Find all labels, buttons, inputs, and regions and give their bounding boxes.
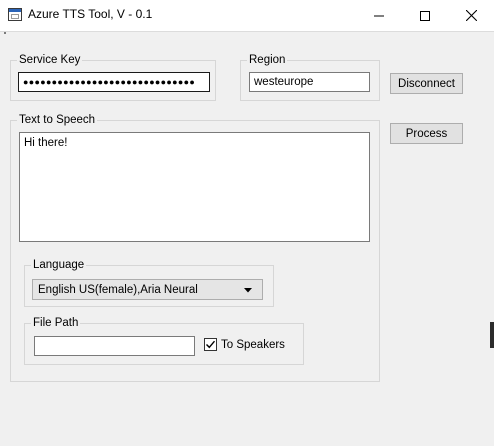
maximize-icon (420, 10, 430, 21)
chevron-down-icon (244, 288, 252, 293)
resize-grip-dot (4, 32, 6, 34)
service-key-label: Service Key (17, 53, 83, 67)
close-button[interactable] (448, 0, 494, 31)
language-select[interactable]: English US(female),Aria Neural (32, 279, 263, 300)
close-icon (465, 10, 477, 21)
file-path-label: File Path (31, 316, 81, 330)
maximize-button[interactable] (402, 0, 448, 31)
service-key-input[interactable]: ●●●●●●●●●●●●●●●●●●●●●●●●●●●●●● (18, 72, 210, 92)
region-input[interactable]: westeurope (249, 72, 370, 92)
process-button[interactable]: Process (390, 123, 463, 144)
checkmark-icon (206, 340, 216, 349)
app-window: Azure TTS Tool, V - 0.1 Service Key ●●●●… (0, 0, 494, 446)
language-label: Language (31, 258, 87, 272)
text-to-speech-label: Text to Speech (17, 113, 98, 127)
window-title: Azure TTS Tool, V - 0.1 (28, 7, 153, 21)
region-label: Region (247, 53, 288, 67)
window-edge-marker (490, 322, 494, 348)
text-to-speech-input[interactable]: Hi there! (19, 132, 370, 242)
to-speakers-label[interactable]: To Speakers (221, 339, 285, 351)
app-window-icon (8, 8, 22, 21)
file-path-input[interactable] (34, 336, 195, 356)
title-bar[interactable]: Azure TTS Tool, V - 0.1 (0, 0, 494, 32)
disconnect-button[interactable]: Disconnect (390, 73, 463, 94)
to-speakers-checkbox[interactable] (204, 338, 217, 351)
language-selected-value: English US(female),Aria Neural (38, 283, 198, 296)
minimize-icon (374, 15, 384, 16)
minimize-button[interactable] (356, 0, 402, 31)
